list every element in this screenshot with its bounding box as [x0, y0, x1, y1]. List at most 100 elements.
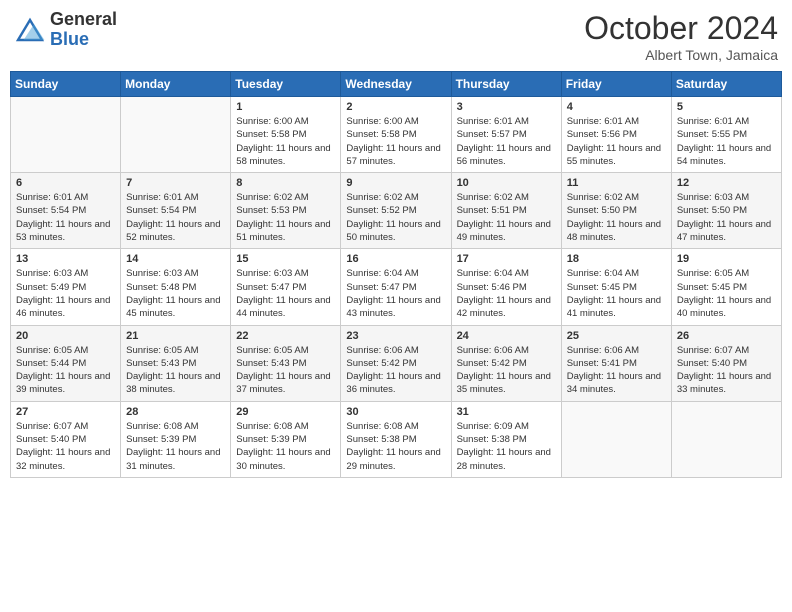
column-header-saturday: Saturday	[671, 72, 781, 97]
calendar-cell: 24 Sunrise: 6:06 AM Sunset: 5:42 PM Dayli…	[451, 325, 561, 401]
calendar-cell: 23 Sunrise: 6:06 AM Sunset: 5:42 PM Dayli…	[341, 325, 451, 401]
calendar-header-row: SundayMondayTuesdayWednesdayThursdayFrid…	[11, 72, 782, 97]
day-number: 24	[457, 330, 556, 342]
day-info: Sunrise: 6:00 AM Sunset: 5:58 PM Dayligh…	[236, 115, 335, 168]
day-number: 5	[677, 101, 776, 113]
logo-icon	[14, 16, 46, 44]
day-info: Sunrise: 6:02 AM Sunset: 5:51 PM Dayligh…	[457, 191, 556, 244]
title-block: October 2024 Albert Town, Jamaica	[584, 10, 778, 63]
page-header: General Blue October 2024 Albert Town, J…	[10, 10, 782, 63]
calendar-week-row: 6 Sunrise: 6:01 AM Sunset: 5:54 PM Daylig…	[11, 173, 782, 249]
day-number: 15	[236, 253, 335, 265]
day-info: Sunrise: 6:06 AM Sunset: 5:41 PM Dayligh…	[567, 344, 666, 397]
calendar-cell: 4Sunrise: 6:01 AM Sunset: 5:56 PM Daylig…	[561, 97, 671, 173]
day-number: 21	[126, 330, 225, 342]
day-number: 7	[126, 177, 225, 189]
day-info: Sunrise: 6:08 AM Sunset: 5:38 PM Dayligh…	[346, 420, 445, 473]
calendar-cell: 31 Sunrise: 6:09 AM Sunset: 5:38 PM Dayli…	[451, 401, 561, 477]
day-info: Sunrise: 6:00 AM Sunset: 5:58 PM Dayligh…	[346, 115, 445, 168]
day-number: 29	[236, 406, 335, 418]
day-info: Sunrise: 6:03 AM Sunset: 5:50 PM Dayligh…	[677, 191, 776, 244]
calendar-cell: 19 Sunrise: 6:05 AM Sunset: 5:45 PM Dayli…	[671, 249, 781, 325]
calendar-week-row: 13 Sunrise: 6:03 AM Sunset: 5:49 PM Dayli…	[11, 249, 782, 325]
logo: General Blue	[14, 10, 117, 50]
calendar-cell: 25 Sunrise: 6:06 AM Sunset: 5:41 PM Dayli…	[561, 325, 671, 401]
column-header-wednesday: Wednesday	[341, 72, 451, 97]
day-info: Sunrise: 6:06 AM Sunset: 5:42 PM Dayligh…	[346, 344, 445, 397]
day-info: Sunrise: 6:03 AM Sunset: 5:49 PM Dayligh…	[16, 267, 115, 320]
day-number: 31	[457, 406, 556, 418]
day-number: 11	[567, 177, 666, 189]
day-info: Sunrise: 6:05 AM Sunset: 5:43 PM Dayligh…	[236, 344, 335, 397]
day-info: Sunrise: 6:02 AM Sunset: 5:53 PM Dayligh…	[236, 191, 335, 244]
calendar-table: SundayMondayTuesdayWednesdayThursdayFrid…	[10, 71, 782, 478]
day-info: Sunrise: 6:04 AM Sunset: 5:46 PM Dayligh…	[457, 267, 556, 320]
calendar-cell: 5 Sunrise: 6:01 AM Sunset: 5:55 PM Daylig…	[671, 97, 781, 173]
calendar-cell: 10 Sunrise: 6:02 AM Sunset: 5:51 PM Dayli…	[451, 173, 561, 249]
day-info: Sunrise: 6:01 AM Sunset: 5:56 PM Dayligh…	[567, 115, 666, 168]
month-title: October 2024	[584, 10, 778, 47]
day-info: Sunrise: 6:02 AM Sunset: 5:52 PM Dayligh…	[346, 191, 445, 244]
day-info: Sunrise: 6:05 AM Sunset: 5:45 PM Dayligh…	[677, 267, 776, 320]
day-info: Sunrise: 6:05 AM Sunset: 5:44 PM Dayligh…	[16, 344, 115, 397]
column-header-friday: Friday	[561, 72, 671, 97]
day-number: 22	[236, 330, 335, 342]
day-info: Sunrise: 6:08 AM Sunset: 5:39 PM Dayligh…	[126, 420, 225, 473]
day-info: Sunrise: 6:03 AM Sunset: 5:47 PM Dayligh…	[236, 267, 335, 320]
calendar-week-row: 20 Sunrise: 6:05 AM Sunset: 5:44 PM Dayli…	[11, 325, 782, 401]
calendar-cell: 1 Sunrise: 6:00 AM Sunset: 5:58 PM Daylig…	[231, 97, 341, 173]
day-number: 20	[16, 330, 115, 342]
calendar-cell: 3Sunrise: 6:01 AM Sunset: 5:57 PM Daylig…	[451, 97, 561, 173]
day-info: Sunrise: 6:07 AM Sunset: 5:40 PM Dayligh…	[16, 420, 115, 473]
location-title: Albert Town, Jamaica	[584, 47, 778, 63]
day-number: 25	[567, 330, 666, 342]
day-number: 18	[567, 253, 666, 265]
day-number: 13	[16, 253, 115, 265]
calendar-cell: 16Sunrise: 6:04 AM Sunset: 5:47 PM Dayli…	[341, 249, 451, 325]
calendar-cell	[121, 97, 231, 173]
calendar-cell: 29 Sunrise: 6:08 AM Sunset: 5:39 PM Dayli…	[231, 401, 341, 477]
calendar-cell: 15 Sunrise: 6:03 AM Sunset: 5:47 PM Dayli…	[231, 249, 341, 325]
day-info: Sunrise: 6:02 AM Sunset: 5:50 PM Dayligh…	[567, 191, 666, 244]
day-info: Sunrise: 6:07 AM Sunset: 5:40 PM Dayligh…	[677, 344, 776, 397]
day-number: 6	[16, 177, 115, 189]
calendar-week-row: 27Sunrise: 6:07 AM Sunset: 5:40 PM Dayli…	[11, 401, 782, 477]
calendar-cell: 21 Sunrise: 6:05 AM Sunset: 5:43 PM Dayli…	[121, 325, 231, 401]
day-number: 2	[346, 101, 445, 113]
day-info: Sunrise: 6:06 AM Sunset: 5:42 PM Dayligh…	[457, 344, 556, 397]
day-info: Sunrise: 6:01 AM Sunset: 5:54 PM Dayligh…	[16, 191, 115, 244]
column-header-monday: Monday	[121, 72, 231, 97]
calendar-cell: 12 Sunrise: 6:03 AM Sunset: 5:50 PM Dayli…	[671, 173, 781, 249]
day-number: 10	[457, 177, 556, 189]
calendar-cell	[11, 97, 121, 173]
day-number: 8	[236, 177, 335, 189]
day-number: 19	[677, 253, 776, 265]
day-number: 28	[126, 406, 225, 418]
day-info: Sunrise: 6:01 AM Sunset: 5:55 PM Dayligh…	[677, 115, 776, 168]
day-number: 26	[677, 330, 776, 342]
calendar-cell	[561, 401, 671, 477]
day-info: Sunrise: 6:09 AM Sunset: 5:38 PM Dayligh…	[457, 420, 556, 473]
day-number: 14	[126, 253, 225, 265]
day-info: Sunrise: 6:05 AM Sunset: 5:43 PM Dayligh…	[126, 344, 225, 397]
calendar-week-row: 1 Sunrise: 6:00 AM Sunset: 5:58 PM Daylig…	[11, 97, 782, 173]
calendar-cell: 30Sunrise: 6:08 AM Sunset: 5:38 PM Dayli…	[341, 401, 451, 477]
calendar-cell: 26 Sunrise: 6:07 AM Sunset: 5:40 PM Dayli…	[671, 325, 781, 401]
day-info: Sunrise: 6:08 AM Sunset: 5:39 PM Dayligh…	[236, 420, 335, 473]
day-info: Sunrise: 6:03 AM Sunset: 5:48 PM Dayligh…	[126, 267, 225, 320]
calendar-cell: 9Sunrise: 6:02 AM Sunset: 5:52 PM Daylig…	[341, 173, 451, 249]
day-number: 23	[346, 330, 445, 342]
calendar-cell: 11 Sunrise: 6:02 AM Sunset: 5:50 PM Dayli…	[561, 173, 671, 249]
calendar-cell: 13 Sunrise: 6:03 AM Sunset: 5:49 PM Dayli…	[11, 249, 121, 325]
calendar-cell: 8 Sunrise: 6:02 AM Sunset: 5:53 PM Daylig…	[231, 173, 341, 249]
calendar-cell: 20 Sunrise: 6:05 AM Sunset: 5:44 PM Dayli…	[11, 325, 121, 401]
column-header-sunday: Sunday	[11, 72, 121, 97]
day-number: 17	[457, 253, 556, 265]
calendar-cell	[671, 401, 781, 477]
column-header-thursday: Thursday	[451, 72, 561, 97]
day-number: 12	[677, 177, 776, 189]
calendar-cell: 22 Sunrise: 6:05 AM Sunset: 5:43 PM Dayli…	[231, 325, 341, 401]
calendar-cell: 6 Sunrise: 6:01 AM Sunset: 5:54 PM Daylig…	[11, 173, 121, 249]
day-number: 1	[236, 101, 335, 113]
column-header-tuesday: Tuesday	[231, 72, 341, 97]
